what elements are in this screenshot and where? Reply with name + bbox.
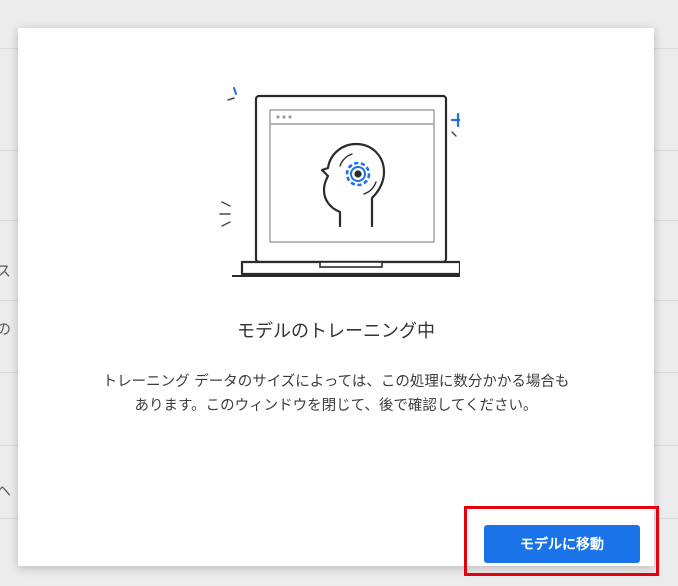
dialog-title: モデルのトレーニング中 [237,321,435,342]
training-dialog: モデルのトレーニング中 トレーニング データのサイズによっては、この処理に数分か… [18,28,659,576]
bg-text-fragment: ヘ [0,482,12,500]
bg-text-fragment: ス [0,262,12,280]
bg-text-fragment: の [0,320,12,338]
go-to-model-button[interactable]: モデルに移動 [484,525,640,563]
laptop-head-gear-illustration-icon [219,87,460,277]
dialog-message-line: トレーニング データのサイズによっては、この処理に数分かかる場合も [102,374,570,390]
dialog-message: トレーニング データのサイズによっては、この処理に数分かかる場合も あります。こ… [56,370,616,418]
dialog-message-line: あります。このウィンドウを閉じて、後で確認してください。 [134,398,538,414]
